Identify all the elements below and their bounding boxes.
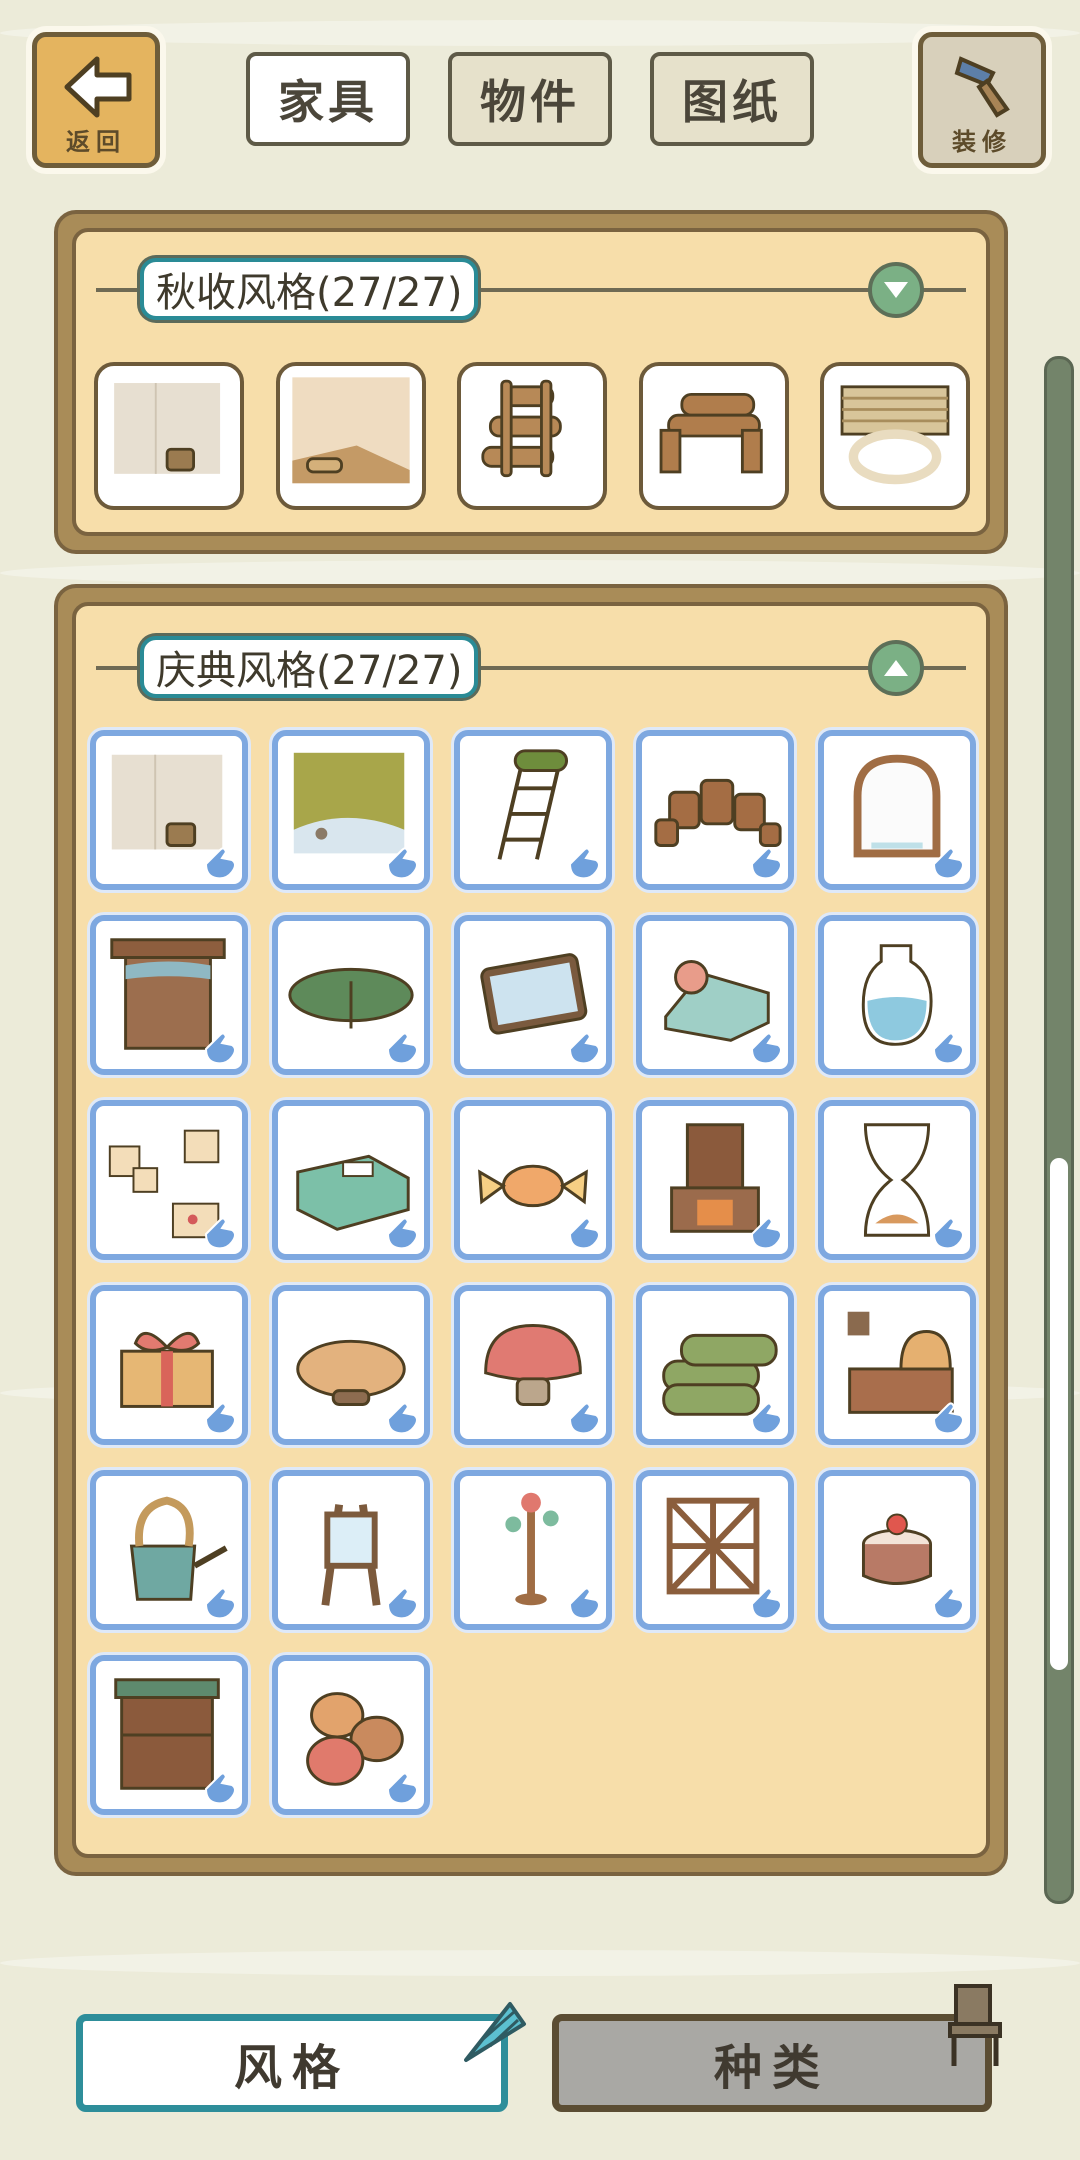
furniture-slot[interactable] <box>454 1100 612 1260</box>
furniture-slot[interactable] <box>818 730 976 890</box>
category-tab-button[interactable]: 种类 <box>552 2014 992 2112</box>
expand-toggle-button[interactable] <box>868 262 924 318</box>
furniture-slot[interactable] <box>454 730 612 890</box>
chair-icon <box>948 1984 1002 2066</box>
shell-icon <box>464 2002 526 2062</box>
background-stripe <box>0 560 1080 586</box>
furniture-slot[interactable] <box>636 915 794 1075</box>
pointer-hand-icon <box>204 1772 236 1805</box>
pointer-hand-icon <box>932 1587 964 1620</box>
pointer-hand-icon <box>750 847 782 880</box>
floor-with-basket-icon <box>291 377 410 484</box>
furniture-slot[interactable] <box>272 1285 430 1445</box>
pointer-hand-icon <box>386 847 418 880</box>
pointer-hand-icon <box>750 1217 782 1250</box>
pointer-hand-icon <box>932 1402 964 1435</box>
log-bench-icon <box>659 392 763 474</box>
scrollbar-track[interactable] <box>1044 356 1074 1904</box>
collapse-toggle-button[interactable] <box>868 640 924 696</box>
back-label: 返回 <box>66 128 126 156</box>
furniture-slot[interactable] <box>636 1470 794 1630</box>
decorate-button[interactable]: 装修 <box>918 32 1046 168</box>
furniture-slot[interactable] <box>272 1655 430 1815</box>
decorate-label: 装修 <box>952 128 1012 156</box>
pointer-hand-icon <box>568 847 600 880</box>
back-arrow-icon <box>64 56 132 118</box>
pointer-hand-icon <box>204 1032 236 1065</box>
furniture-slot[interactable] <box>275 362 426 510</box>
section-title: 秋收风格(27/27) <box>140 258 479 320</box>
furniture-slot[interactable] <box>454 1285 612 1445</box>
chevron-down-icon <box>884 282 908 298</box>
furniture-slot[interactable] <box>90 915 248 1075</box>
furniture-slot[interactable] <box>818 1100 976 1260</box>
furniture-slot[interactable] <box>818 915 976 1075</box>
furniture-slot[interactable] <box>272 1470 430 1630</box>
pointer-hand-icon <box>204 1402 236 1435</box>
furniture-slot[interactable] <box>636 1100 794 1260</box>
furniture-slot[interactable] <box>90 1285 248 1445</box>
pointer-hand-icon <box>932 1217 964 1250</box>
pointer-hand-icon <box>750 1032 782 1065</box>
pointer-hand-icon <box>932 1032 964 1065</box>
furniture-slot[interactable] <box>454 1470 612 1630</box>
section-title: 庆典风格(27/27) <box>140 636 479 698</box>
pointer-hand-icon <box>204 847 236 880</box>
pointer-hand-icon <box>568 1217 600 1250</box>
furniture-slot[interactable] <box>90 1470 248 1630</box>
bamboo-blind-icon <box>840 385 950 485</box>
back-button[interactable]: 返回 <box>32 32 160 168</box>
style-tab-button[interactable]: 风格 <box>76 2014 508 2112</box>
pointer-hand-icon <box>750 1587 782 1620</box>
pointer-hand-icon <box>932 847 964 880</box>
pointer-hand-icon <box>386 1587 418 1620</box>
furniture-slot[interactable] <box>272 730 430 890</box>
pointer-hand-icon <box>750 1402 782 1435</box>
scrollbar-thumb[interactable] <box>1050 1158 1068 1670</box>
category-tab-label: 种类 <box>713 2040 830 2096</box>
furniture-slot[interactable] <box>272 915 430 1075</box>
furniture-slot[interactable] <box>636 730 794 890</box>
furniture-slot[interactable] <box>818 1470 976 1630</box>
furniture-slot[interactable] <box>90 1655 248 1815</box>
pointer-hand-icon <box>568 1032 600 1065</box>
paint-brush-icon <box>954 56 1010 118</box>
log-ladder-icon <box>481 379 562 478</box>
furniture-slot[interactable] <box>820 362 970 510</box>
furniture-slot[interactable] <box>638 362 789 510</box>
pointer-hand-icon <box>568 1402 600 1435</box>
chevron-up-icon <box>884 660 908 676</box>
furniture-slot[interactable] <box>90 730 248 890</box>
wall-with-bucket-icon <box>114 383 221 474</box>
furniture-slot[interactable] <box>272 1100 430 1260</box>
furniture-slot[interactable] <box>94 362 244 510</box>
pointer-hand-icon <box>568 1587 600 1620</box>
furniture-slot[interactable] <box>90 1100 248 1260</box>
pointer-hand-icon <box>204 1587 236 1620</box>
tab-objects[interactable]: 物件 <box>448 52 612 146</box>
furniture-slot[interactable] <box>457 362 607 510</box>
pointer-hand-icon <box>204 1217 236 1250</box>
tab-blueprints[interactable]: 图纸 <box>650 52 814 146</box>
tab-furniture[interactable]: 家具 <box>246 52 410 146</box>
pointer-hand-icon <box>386 1402 418 1435</box>
pointer-hand-icon <box>386 1032 418 1065</box>
furniture-slot[interactable] <box>454 915 612 1075</box>
style-tab-label: 风格 <box>233 2040 350 2096</box>
furniture-slot[interactable] <box>636 1285 794 1445</box>
pointer-hand-icon <box>386 1772 418 1805</box>
pointer-hand-icon <box>386 1217 418 1250</box>
furniture-slot[interactable] <box>818 1285 976 1445</box>
background-stripe <box>0 1950 1080 1976</box>
